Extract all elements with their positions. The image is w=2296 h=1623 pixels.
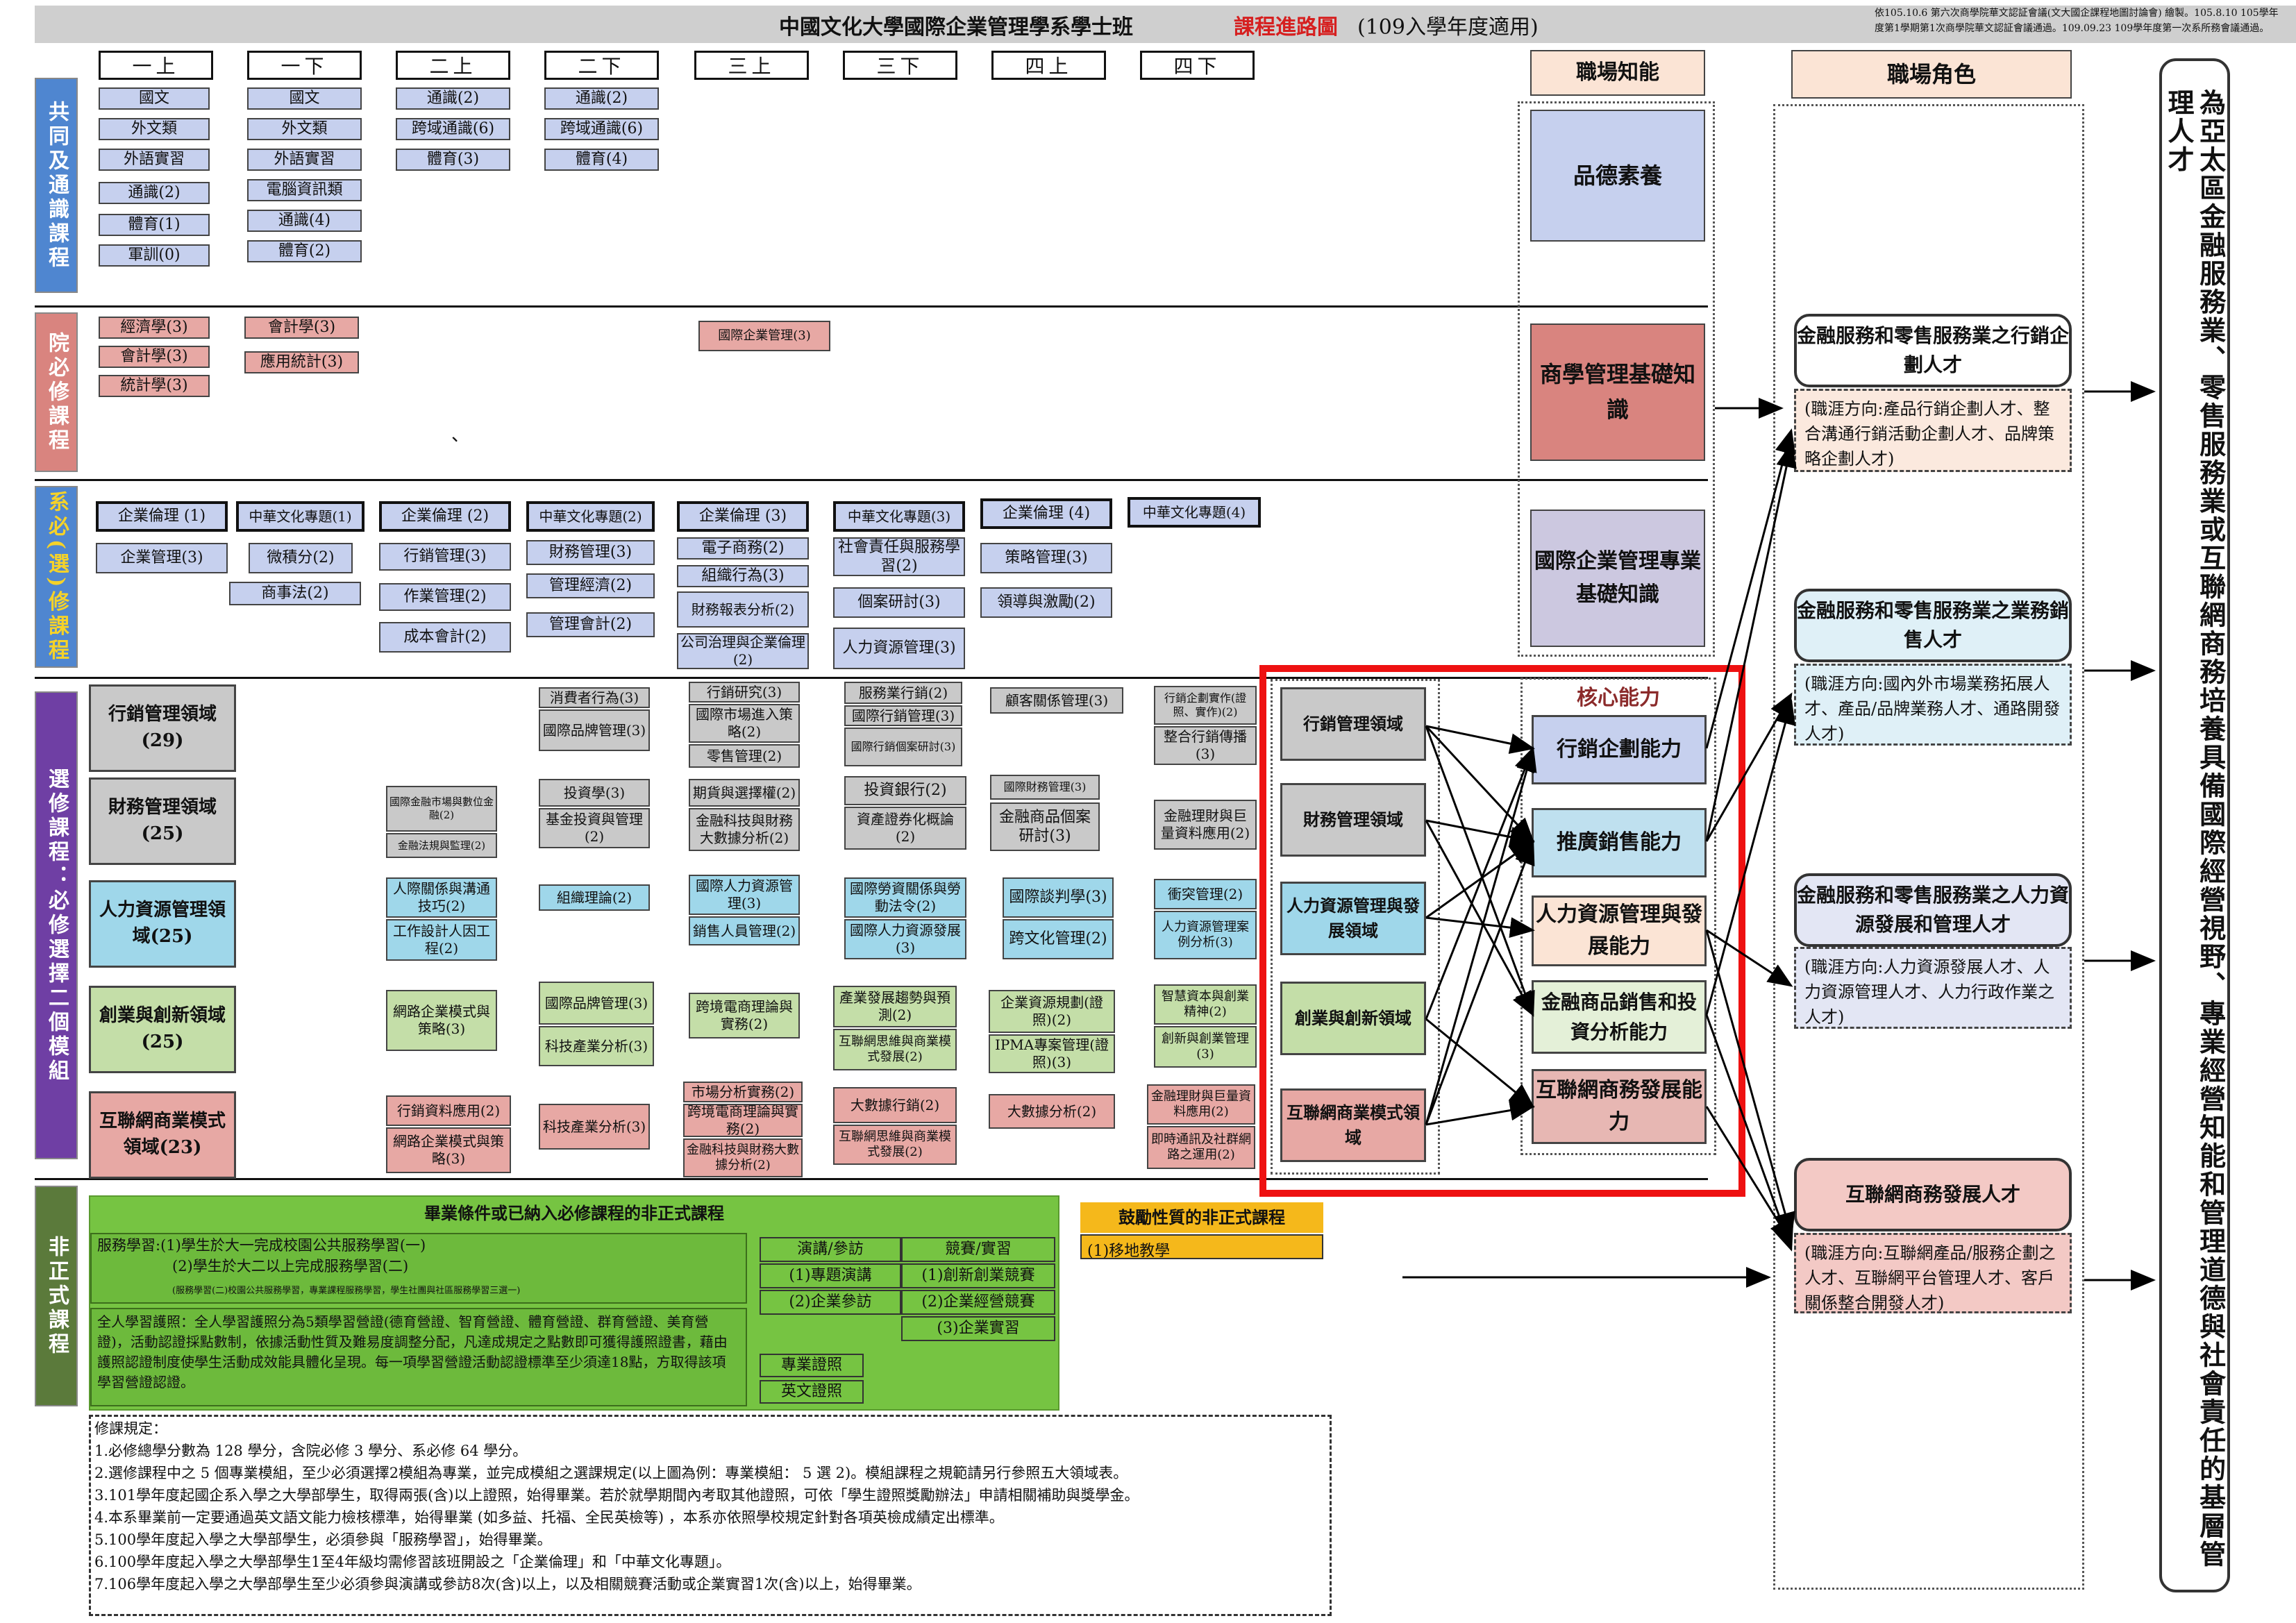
arrow bbox=[1705, 428, 1796, 749]
connector-arrows bbox=[1402, 381, 2156, 1290]
arrow bbox=[1425, 725, 1535, 754]
arrow bbox=[1425, 746, 1537, 1125]
arrow bbox=[1705, 692, 1793, 842]
arrow bbox=[1425, 725, 1535, 1017]
arrow bbox=[1705, 1106, 1793, 1245]
arrow bbox=[1705, 930, 1795, 1238]
arrow bbox=[1425, 840, 1535, 919]
arrow bbox=[1705, 442, 1797, 842]
arrow bbox=[1705, 1014, 1793, 1252]
arrow bbox=[1425, 1018, 1535, 1108]
arrow bbox=[1705, 699, 1795, 1016]
arrow bbox=[1425, 1100, 1535, 1126]
